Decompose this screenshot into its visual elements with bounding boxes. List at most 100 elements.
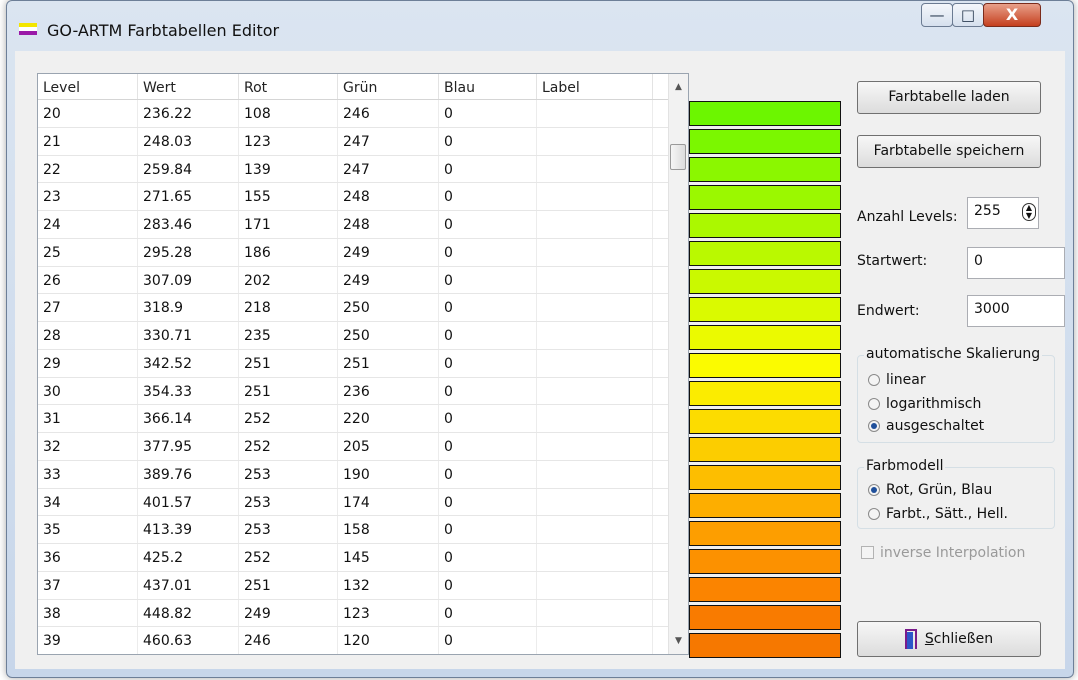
- table-cell-level[interactable]: 20: [38, 100, 138, 127]
- table-cell-blau[interactable]: 0: [439, 127, 537, 155]
- table-cell-gruen[interactable]: 249: [338, 266, 439, 294]
- table-cell-wert[interactable]: 413.39: [138, 516, 239, 543]
- column-header-level[interactable]: Level: [38, 74, 138, 99]
- table-cell-blau[interactable]: 0: [439, 460, 537, 488]
- table-cell-rot[interactable]: 252: [239, 405, 338, 432]
- table-cell-label[interactable]: [537, 544, 653, 571]
- table-cell-wert[interactable]: 271.65: [138, 183, 239, 210]
- table-cell-level[interactable]: 36: [38, 544, 138, 571]
- table-cell-level[interactable]: 37: [38, 571, 138, 599]
- table-cell-level[interactable]: 27: [38, 294, 138, 321]
- table-cell-label[interactable]: [537, 405, 653, 432]
- table-cell-blau[interactable]: 0: [439, 266, 537, 294]
- table-cell-gruen[interactable]: 246: [338, 100, 439, 127]
- table-cell-label[interactable]: [537, 377, 653, 405]
- table-cell-blau[interactable]: 0: [439, 183, 537, 210]
- table-cell-wert[interactable]: 283.46: [138, 211, 239, 238]
- table-cell-gruen[interactable]: 123: [338, 599, 439, 627]
- end-value-input[interactable]: 3000: [967, 295, 1065, 327]
- table-cell-label[interactable]: [537, 238, 653, 266]
- table-cell-label[interactable]: [537, 571, 653, 599]
- table-cell-gruen[interactable]: 158: [338, 516, 439, 543]
- scroll-thumb[interactable]: [670, 144, 686, 170]
- table-cell-blau[interactable]: 0: [439, 599, 537, 627]
- table-cell-rot[interactable]: 251: [239, 571, 338, 599]
- table-cell-label[interactable]: [537, 599, 653, 627]
- table-cell-rot[interactable]: 253: [239, 516, 338, 543]
- table-cell-blau[interactable]: 0: [439, 433, 537, 460]
- table-cell-wert[interactable]: 366.14: [138, 405, 239, 432]
- table-row[interactable]: 39 460.63 246 120 0: [38, 627, 670, 654]
- table-cell-rot[interactable]: 123: [239, 127, 338, 155]
- table-cell-label[interactable]: [537, 155, 653, 183]
- table-cell-gruen[interactable]: 205: [338, 433, 439, 460]
- table-cell-level[interactable]: 26: [38, 266, 138, 294]
- table-cell-label[interactable]: [537, 100, 653, 127]
- table-row[interactable]: 37 437.01 251 132 0: [38, 571, 670, 600]
- table-cell-blau[interactable]: 0: [439, 238, 537, 266]
- table-cell-label[interactable]: [537, 460, 653, 488]
- table-cell-wert[interactable]: 448.82: [138, 599, 239, 627]
- table-row[interactable]: 36 425.2 252 145 0: [38, 544, 670, 572]
- table-cell-gruen[interactable]: 247: [338, 127, 439, 155]
- table-row[interactable]: 28 330.71 235 250 0: [38, 322, 670, 350]
- minimize-button[interactable]: —: [921, 3, 953, 27]
- column-header-rot[interactable]: Rot: [239, 74, 338, 99]
- table-cell-label[interactable]: [537, 294, 653, 321]
- title-bar[interactable]: GO-ARTM Farbtabellen Editor — □ X: [7, 1, 1073, 51]
- table-cell-wert[interactable]: 307.09: [138, 266, 239, 294]
- levels-spinbox[interactable]: 255 ▲ ▼: [967, 197, 1039, 229]
- table-row[interactable]: 27 318.9 218 250 0: [38, 294, 670, 322]
- table-row[interactable]: 33 389.76 253 190 0: [38, 460, 670, 489]
- table-cell-blau[interactable]: 0: [439, 377, 537, 405]
- table-cell-label[interactable]: [537, 266, 653, 294]
- column-header-label[interactable]: Label: [537, 74, 653, 99]
- table-cell-gruen[interactable]: 248: [338, 183, 439, 210]
- table-cell-gruen[interactable]: 120: [338, 627, 439, 654]
- table-cell-wert[interactable]: 377.95: [138, 433, 239, 460]
- table-cell-wert[interactable]: 295.28: [138, 238, 239, 266]
- table-cell-wert[interactable]: 248.03: [138, 127, 239, 155]
- table-cell-blau[interactable]: 0: [439, 571, 537, 599]
- table-cell-rot[interactable]: 155: [239, 183, 338, 210]
- table-cell-gruen[interactable]: 249: [338, 238, 439, 266]
- table-cell-wert[interactable]: 236.22: [138, 100, 239, 127]
- table-cell-level[interactable]: 29: [38, 349, 138, 377]
- table-cell-gruen[interactable]: 251: [338, 349, 439, 377]
- table-row[interactable]: 30 354.33 251 236 0: [38, 377, 670, 406]
- save-color-table-button[interactable]: Farbtabelle speichern: [857, 135, 1041, 168]
- table-row[interactable]: 26 307.09 202 249 0: [38, 266, 670, 295]
- table-cell-blau[interactable]: 0: [439, 155, 537, 183]
- table-cell-blau[interactable]: 0: [439, 322, 537, 349]
- table-cell-blau[interactable]: 0: [439, 211, 537, 238]
- scroll-down-arrow-icon[interactable]: ▼: [669, 632, 688, 650]
- table-cell-level[interactable]: 21: [38, 127, 138, 155]
- scroll-up-arrow-icon[interactable]: ▲: [669, 78, 688, 96]
- table-cell-label[interactable]: [537, 322, 653, 349]
- table-cell-wert[interactable]: 401.57: [138, 488, 239, 516]
- maximize-button[interactable]: □: [952, 3, 984, 27]
- table-row[interactable]: 23 271.65 155 248 0: [38, 183, 670, 211]
- table-row[interactable]: 20 236.22 108 246 0: [38, 100, 670, 128]
- table-cell-label[interactable]: [537, 488, 653, 516]
- table-cell-level[interactable]: 22: [38, 155, 138, 183]
- table-cell-rot[interactable]: 252: [239, 433, 338, 460]
- table-cell-rot[interactable]: 253: [239, 460, 338, 488]
- table-cell-wert[interactable]: 342.52: [138, 349, 239, 377]
- table-cell-blau[interactable]: 0: [439, 100, 537, 127]
- table-cell-rot[interactable]: 249: [239, 599, 338, 627]
- table-cell-gruen[interactable]: 220: [338, 405, 439, 432]
- column-header-blau[interactable]: Blau: [439, 74, 537, 99]
- table-cell-wert[interactable]: 425.2: [138, 544, 239, 571]
- radio-off[interactable]: ausgeschaltet: [868, 418, 984, 434]
- table-row[interactable]: 31 366.14 252 220 0: [38, 405, 670, 433]
- table-cell-level[interactable]: 33: [38, 460, 138, 488]
- table-cell-blau[interactable]: 0: [439, 627, 537, 654]
- table-cell-rot[interactable]: 202: [239, 266, 338, 294]
- close-button[interactable]: Schließen: [857, 621, 1041, 657]
- table-cell-wert[interactable]: 259.84: [138, 155, 239, 183]
- spinner-icon[interactable]: ▲ ▼: [1022, 203, 1036, 221]
- table-cell-blau[interactable]: 0: [439, 405, 537, 432]
- table-cell-wert[interactable]: 437.01: [138, 571, 239, 599]
- table-cell-blau[interactable]: 0: [439, 294, 537, 321]
